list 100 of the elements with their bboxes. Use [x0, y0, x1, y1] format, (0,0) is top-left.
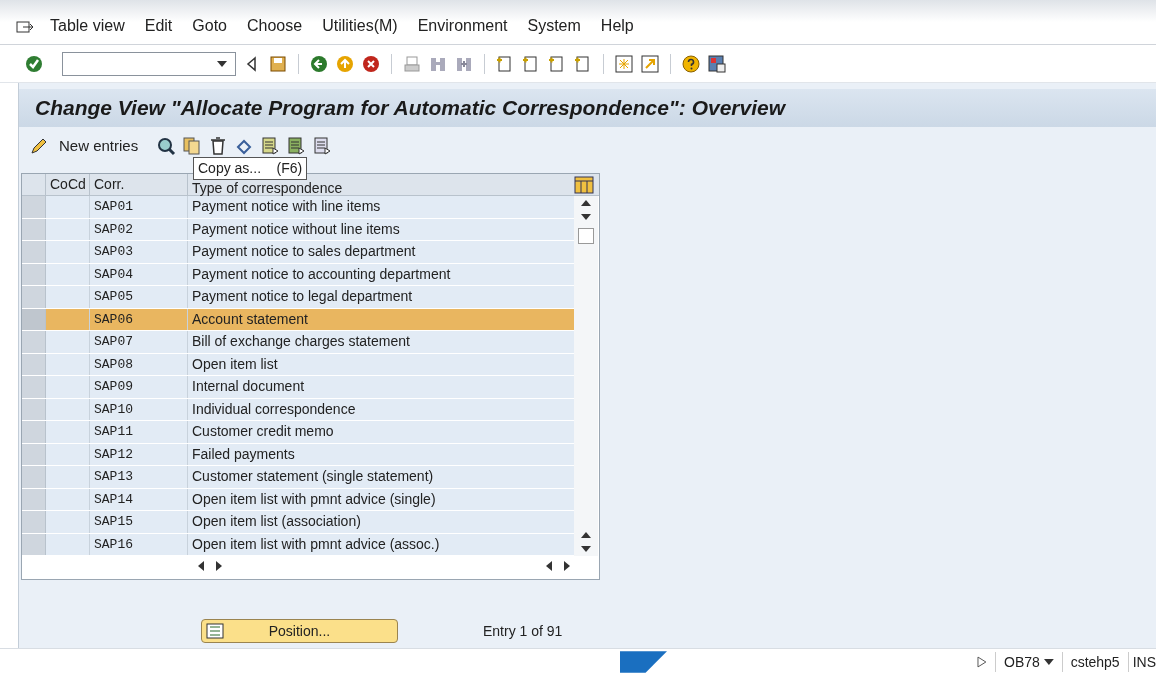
table-cell-text: Open item list (association)	[191, 512, 362, 532]
scroll-left-icon[interactable]	[198, 561, 204, 571]
scroll-down-icon[interactable]	[581, 546, 591, 552]
position-icon	[206, 623, 224, 639]
table-cell-text: Payment notice with line items	[191, 197, 382, 217]
expand-icon[interactable]	[977, 656, 987, 668]
server-name: cstehp5	[1070, 652, 1120, 672]
table-row[interactable]: SAP12 Failed payments	[22, 443, 574, 466]
table-row[interactable]: SAP08 Open item list	[22, 353, 574, 376]
table-cell: SAP08	[90, 353, 188, 375]
table-cell: SAP11	[90, 421, 188, 443]
scroll-left-icon[interactable]	[546, 561, 552, 571]
scroll-down-icon[interactable]	[581, 214, 591, 220]
print-icon[interactable]	[402, 53, 422, 74]
table-cell-text: Customer credit memo	[191, 422, 335, 442]
scroll-right-icon[interactable]	[216, 561, 222, 571]
position-button[interactable]: Position...	[201, 619, 398, 643]
table-cell: SAP07	[90, 331, 188, 353]
exit-icon[interactable]	[335, 53, 355, 74]
scroll-thumb[interactable]	[578, 228, 594, 244]
table-cell: SAP04	[90, 263, 188, 285]
menu-icon[interactable]	[16, 20, 34, 36]
menu-item[interactable]: Goto	[192, 14, 227, 40]
table-cell: SAP02	[90, 218, 188, 240]
table-row[interactable]: SAP03 Payment notice to sales department	[22, 241, 574, 264]
dropdown-icon[interactable]	[217, 60, 227, 67]
table-cell-text: Bill of exchange charges statement	[191, 332, 411, 352]
magnifier-icon[interactable]	[156, 136, 177, 156]
row-selector[interactable]	[22, 488, 46, 510]
table-row[interactable]: SAP15 Open item list (association)	[22, 511, 574, 534]
column-settings-icon[interactable]	[574, 175, 594, 194]
row-selector[interactable]	[22, 533, 46, 555]
table-cell-text: Individual correspondence	[191, 399, 357, 419]
copy-icon[interactable]	[182, 136, 203, 156]
table-row[interactable]: SAP09 Internal document	[22, 376, 574, 399]
select-block-icon[interactable]	[286, 136, 307, 156]
table-cell-text: Customer statement (single statement)	[191, 467, 435, 487]
row-selector[interactable]	[22, 443, 46, 465]
table-row[interactable]: SAP07 Bill of exchange charges statement	[22, 331, 574, 354]
table-cell-text: Open item list with pmnt advice (single)	[191, 489, 437, 509]
menu-item[interactable]: Environment	[417, 14, 508, 40]
table-cell: SAP06	[90, 308, 188, 330]
table-cell-text: Payment notice to legal department	[191, 287, 414, 307]
table-row[interactable]: SAP01 Payment notice with line items	[22, 196, 574, 219]
back-icon[interactable]	[309, 53, 329, 74]
deselect-all-icon[interactable]	[312, 136, 333, 156]
tooltip: Copy as... (F6)	[193, 157, 308, 180]
table-cell: SAP12	[90, 443, 188, 465]
select-all-icon[interactable]	[260, 136, 281, 156]
table-cell-text: Payment notice without line items	[191, 219, 401, 239]
cancel-icon[interactable]	[361, 53, 381, 74]
table-row[interactable]: SAP16 Open item list with pmnt advice (assoc.)	[22, 533, 574, 556]
new-window-icon[interactable]	[614, 53, 634, 74]
table-cell: SAP15	[90, 511, 188, 533]
table-cell-text: Open item list with pmnt advice (assoc.)	[191, 534, 441, 554]
table-row[interactable]: SAP02 Payment notice without line items	[22, 218, 574, 241]
row-selector[interactable]	[22, 218, 46, 240]
column-header[interactable]: CoCd	[46, 174, 90, 195]
new-entries-button[interactable]: New entries	[55, 134, 143, 158]
menu-item[interactable]: System	[527, 14, 581, 40]
layout-icon[interactable]	[707, 53, 727, 74]
table-cell: SAP03	[90, 241, 188, 263]
table-cell: SAP16	[90, 533, 188, 555]
row-selector[interactable]	[22, 263, 46, 285]
table-cell: SAP13	[90, 466, 188, 488]
table-row[interactable]: SAP04 Payment notice to accounting department	[22, 263, 574, 286]
save-icon[interactable]	[268, 53, 288, 74]
table-cell-text: Open item list	[191, 354, 279, 374]
shortcut-icon[interactable]	[640, 53, 660, 74]
insert-mode: INS	[1132, 652, 1156, 672]
menu-item[interactable]: Edit	[144, 14, 173, 40]
check-icon[interactable]	[24, 53, 44, 74]
menu-item[interactable]: Table view	[50, 14, 125, 40]
menu-item[interactable]: Utilities(M)	[322, 14, 398, 40]
table-row[interactable]: SAP11 Customer credit memo	[22, 421, 574, 444]
help-icon[interactable]	[681, 53, 701, 74]
table-cell: SAP14	[90, 488, 188, 510]
table-row[interactable]: SAP05 Payment notice to legal department	[22, 286, 574, 309]
row-selector[interactable]	[22, 353, 46, 375]
table-row[interactable]: SAP06 Account statement	[22, 308, 574, 331]
scroll-right-icon[interactable]	[564, 561, 570, 571]
row-selector[interactable]	[22, 398, 46, 420]
table-cell: SAP10	[90, 398, 188, 420]
scroll-up-icon[interactable]	[581, 532, 591, 538]
table-row[interactable]: SAP10 Individual correspondence	[22, 398, 574, 421]
table-cell-text: Internal document	[191, 377, 306, 397]
entry-count: Entry 1 of 91	[483, 621, 563, 641]
table-row[interactable]: SAP14 Open item list with pmnt advice (single)	[22, 488, 574, 511]
table-row[interactable]: SAP13 Customer statement (single statement)	[22, 466, 574, 489]
row-selector[interactable]	[22, 308, 46, 330]
menu-item[interactable]: Choose	[246, 14, 303, 40]
column-header[interactable]: Corr.	[90, 174, 188, 195]
command-field[interactable]	[62, 51, 236, 76]
table-cell: SAP01	[90, 196, 188, 218]
transaction-code[interactable]: OB78	[1004, 651, 1040, 673]
menu-item[interactable]: Help	[600, 14, 634, 40]
scroll-up-icon[interactable]	[581, 200, 591, 206]
table-cell: SAP09	[90, 376, 188, 398]
vertical-scrollbar[interactable]	[574, 196, 598, 556]
dropdown-icon[interactable]	[1043, 659, 1054, 665]
